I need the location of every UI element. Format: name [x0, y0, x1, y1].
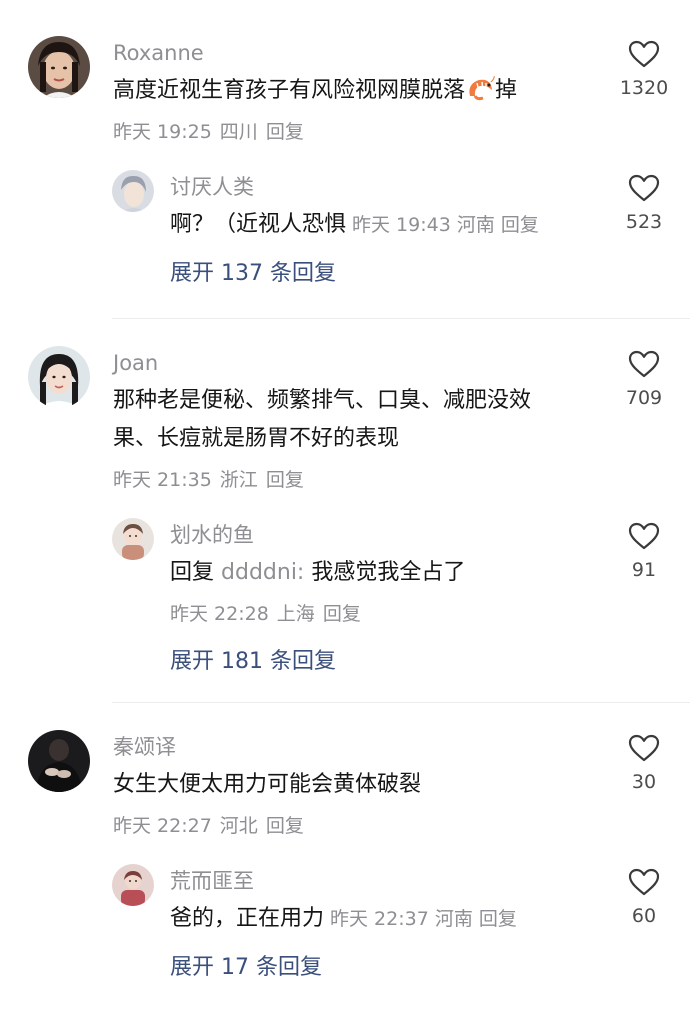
reply-meta: 昨天 22:28 上海 回复 — [170, 602, 361, 626]
avatar[interactable] — [28, 346, 90, 408]
username[interactable]: Roxanne — [113, 40, 204, 66]
like-count: 30 — [631, 771, 657, 793]
location: 河北 — [219, 815, 258, 837]
location: 浙江 — [219, 469, 258, 491]
comment-text: 那种老是便秘、频繁排气、口臭、减肥没效 果、长痘就是肠胃不好的表现 — [113, 382, 531, 458]
like-button[interactable]: 60 — [604, 868, 684, 928]
divider — [112, 318, 690, 319]
like-count: 523 — [625, 211, 663, 233]
username[interactable]: Joan — [113, 350, 158, 376]
heart-icon — [628, 350, 660, 378]
reply-body: 我感觉我全占了 — [311, 560, 466, 585]
avatar[interactable] — [28, 730, 90, 792]
timestamp: 昨天 22:28 — [170, 603, 269, 625]
avatar[interactable] — [112, 864, 154, 906]
username[interactable]: 划水的鱼 — [170, 522, 254, 548]
timestamp: 昨天 19:25 — [113, 121, 212, 143]
timestamp: 昨天 21:35 — [113, 469, 212, 491]
timestamp: 昨天 19:43 — [352, 214, 451, 236]
comment-thread: 秦颂译 女生大便太用力可能会黄体破裂 昨天 22:27 河北 回复 30 荒而匪至 … — [0, 704, 690, 1009]
reply-button[interactable]: 回复 — [501, 214, 539, 236]
reply-button[interactable]: 回复 — [266, 815, 304, 837]
comment-text: 高度近视生育孩子有风险视网膜脱落 掉 — [113, 72, 517, 110]
username[interactable]: 荒而匪至 — [170, 868, 254, 894]
comment-thread: Joan 那种老是便秘、频繁排气、口臭、减肥没效 果、长痘就是肠胃不好的表现 昨… — [0, 320, 690, 704]
expand-replies-button[interactable]: 展开 181 条回复 — [170, 648, 336, 676]
reply-text: 啊？（近视人恐惧 — [170, 212, 347, 237]
comment-meta: 昨天 21:35 浙江 回复 — [113, 468, 304, 492]
heart-icon — [628, 40, 660, 68]
reply-button[interactable]: 回复 — [266, 121, 304, 143]
like-button[interactable]: 1320 — [604, 40, 684, 100]
avatar[interactable] — [112, 170, 154, 212]
location: 上海 — [276, 603, 315, 625]
reply-meta: 昨天 19:43 河南 回复 — [352, 214, 539, 236]
username[interactable]: 秦颂译 — [113, 734, 176, 760]
like-button[interactable]: 523 — [604, 174, 684, 234]
shrimp-emoji-icon — [465, 75, 495, 102]
reply-text-row: 啊？（近视人恐惧 昨天 19:43 河南 回复 — [170, 206, 539, 244]
like-count: 91 — [631, 559, 657, 581]
username[interactable]: 讨厌人类 — [170, 174, 254, 200]
location: 河南 — [434, 908, 473, 930]
comment-text-part: 掉 — [495, 78, 518, 103]
heart-icon — [628, 522, 660, 550]
comment-meta: 昨天 19:25 四川 回复 — [113, 120, 304, 144]
like-button[interactable]: 709 — [604, 350, 684, 410]
reply-text: 爸的，正在用力 — [170, 906, 325, 931]
avatar[interactable] — [28, 36, 90, 98]
comment-text: 女生大便太用力可能会黄体破裂 — [113, 772, 422, 797]
timestamp: 昨天 22:27 — [113, 815, 212, 837]
expand-replies-button[interactable]: 展开 17 条回复 — [170, 954, 322, 982]
like-button[interactable]: 30 — [604, 734, 684, 794]
heart-icon — [628, 868, 660, 896]
location: 河南 — [456, 214, 495, 236]
reply-text: 回复 ddddni: 我感觉我全占了 — [170, 554, 465, 592]
expand-replies-button[interactable]: 展开 137 条回复 — [170, 260, 336, 288]
avatar[interactable] — [112, 518, 154, 560]
reply-button[interactable]: 回复 — [266, 469, 304, 491]
like-button[interactable]: 91 — [604, 522, 684, 582]
location: 四川 — [219, 121, 258, 143]
like-count: 709 — [625, 387, 663, 409]
comment-text-line: 果、长痘就是肠胃不好的表现 — [113, 426, 400, 451]
reply-text-row: 爸的，正在用力 昨天 22:37 河南 回复 — [170, 900, 517, 938]
comment-text-line: 那种老是便秘、频繁排气、口臭、减肥没效 — [113, 388, 532, 413]
divider — [112, 702, 690, 703]
reply-prefix: 回复 — [170, 560, 215, 585]
reply-meta: 昨天 22:37 河南 回复 — [330, 908, 517, 930]
reply-button[interactable]: 回复 — [479, 908, 517, 930]
reply-button[interactable]: 回复 — [323, 603, 361, 625]
heart-icon — [628, 174, 660, 202]
heart-icon — [628, 734, 660, 762]
mention[interactable]: ddddni: — [221, 560, 304, 585]
comment-text-part: 高度近视生育孩子有风险视网膜脱落 — [113, 78, 466, 103]
timestamp: 昨天 22:37 — [330, 908, 429, 930]
like-count: 1320 — [619, 77, 669, 99]
comment-thread: Roxanne 高度近视生育孩子有风险视网膜脱落 掉 昨天 19:25 四川 回复 … — [0, 0, 690, 320]
comment-meta: 昨天 22:27 河北 回复 — [113, 814, 304, 838]
like-count: 60 — [631, 905, 657, 927]
